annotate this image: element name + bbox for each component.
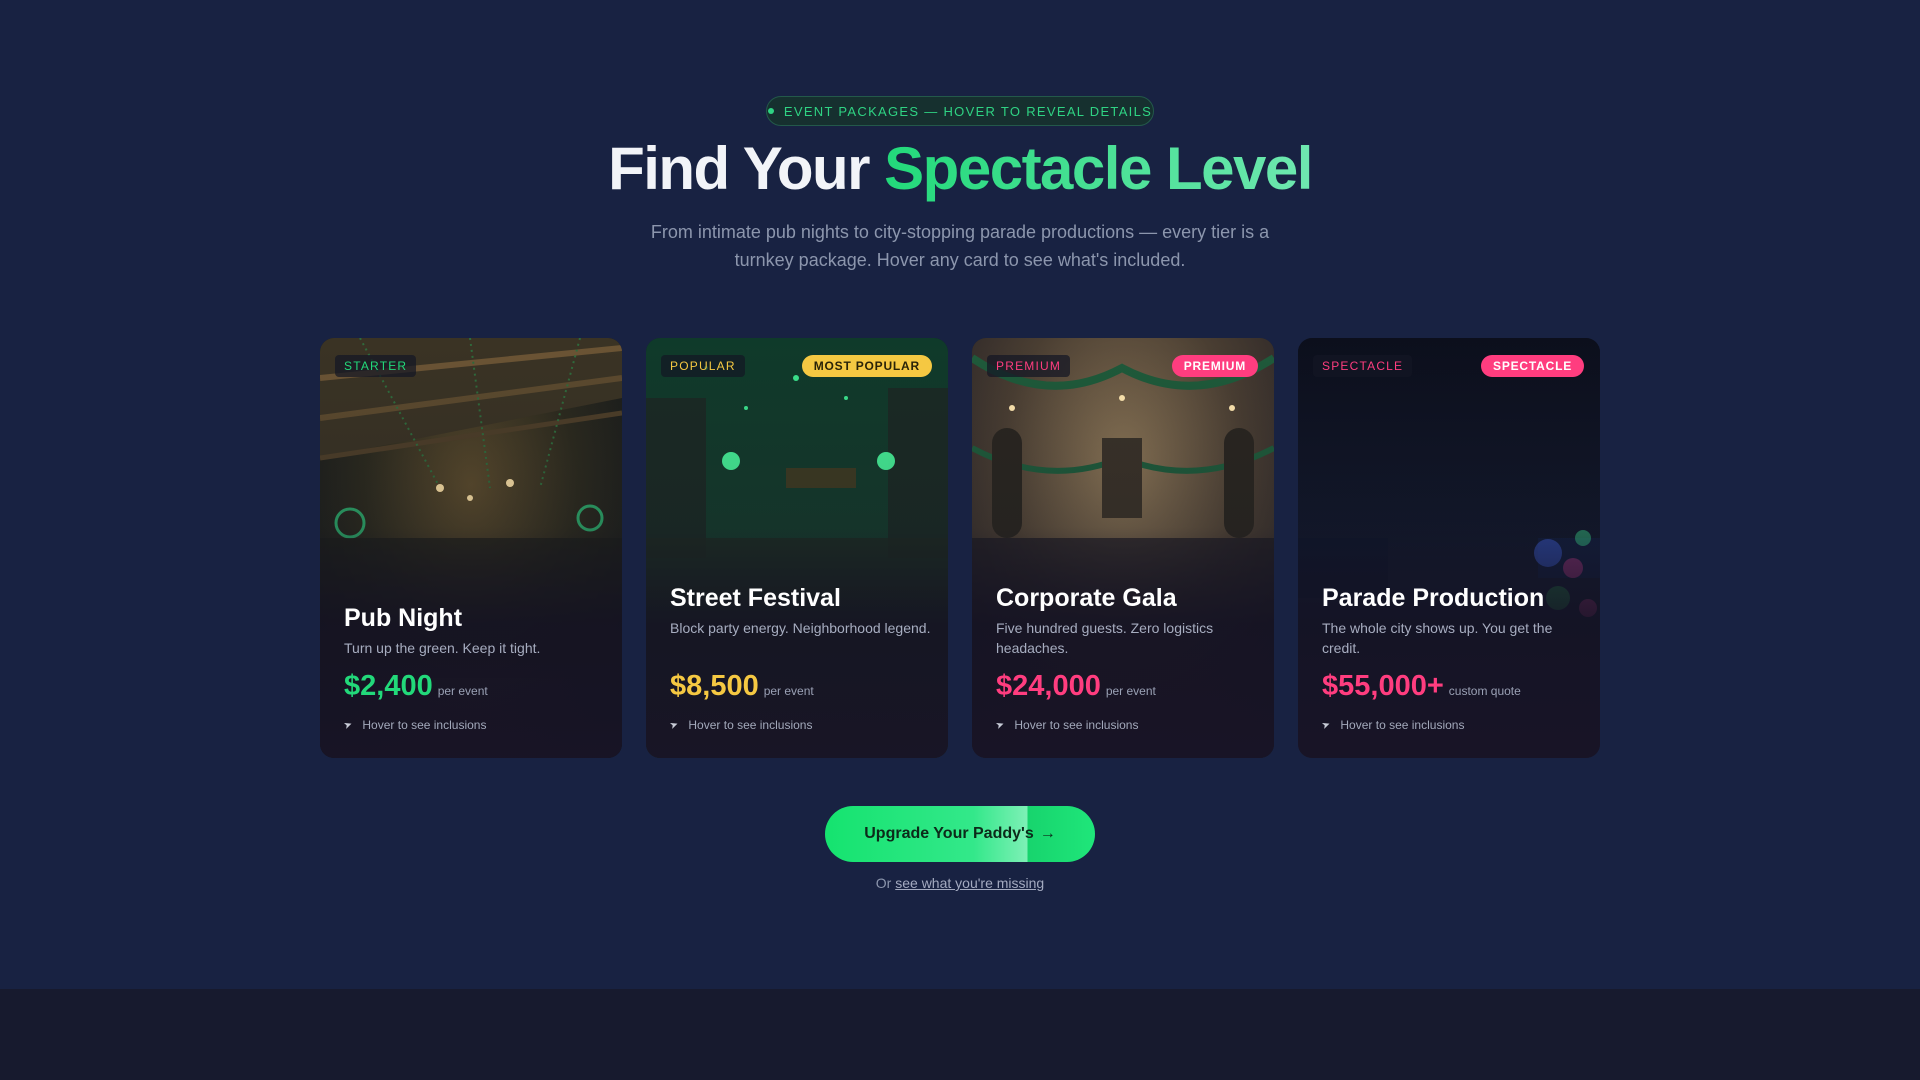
hint-text: Hover to see inclusions: [1340, 718, 1465, 732]
tier-tag: SPECTACLE: [1313, 355, 1413, 377]
card-tagline: Block party energy. Neighborhood legend.: [670, 620, 931, 636]
premium-badge: PREMIUM: [1171, 355, 1258, 377]
cursor-pointer-icon: ➤: [1320, 718, 1333, 732]
hint-text: Hover to see inclusions: [688, 718, 813, 732]
spectacle-badge: SPECTACLE: [1481, 355, 1584, 377]
cursor-pointer-icon: ➤: [668, 718, 681, 732]
tier-tag: PREMIUM: [987, 355, 1071, 377]
secondary-cta-prefix: Or: [875, 875, 896, 891]
upgrade-button[interactable]: Upgrade Your Paddy's →: [825, 806, 1095, 862]
upgrade-button-label: Upgrade Your Paddy's: [864, 825, 1034, 842]
card-price: $8,500 per event: [670, 670, 814, 703]
card-title: Parade Production: [1322, 584, 1545, 612]
card-price: $55,000+ custom quote: [1322, 670, 1521, 703]
hover-hint: ➤ Hover to see inclusions: [1320, 718, 1465, 732]
arrow-right-icon: →: [1039, 825, 1056, 842]
package-card-parade-production[interactable]: SPECTACLE SPECTACLE Parade Production Th…: [1298, 338, 1600, 758]
title-accent: Spectacle Level: [884, 135, 1313, 202]
hover-hint: ➤ Hover to see inclusions: [668, 718, 813, 732]
hint-text: Hover to see inclusions: [362, 718, 487, 732]
title-plain: Find Your: [608, 135, 885, 202]
price-unit: per event: [437, 684, 488, 698]
price-amount: $2,400: [344, 670, 433, 702]
cursor-pointer-icon: ➤: [342, 718, 355, 732]
eyebrow-label: EVENT PACKAGES — HOVER TO REVEAL DETAILS: [783, 103, 1153, 119]
card-tagline: Turn up the green. Keep it tight.: [344, 640, 541, 656]
package-card-street-festival[interactable]: POPULAR MOST POPULAR Street Festival Blo…: [646, 338, 948, 758]
hero-section: EVENT PACKAGES — HOVER TO REVEAL DETAILS…: [0, 0, 1920, 989]
price-unit: per event: [1105, 684, 1156, 698]
most-popular-badge: MOST POPULAR: [801, 355, 932, 377]
see-what-youre-missing-link[interactable]: see what you're missing: [895, 875, 1044, 891]
hover-hint: ➤ Hover to see inclusions: [342, 718, 487, 732]
card-title: Pub Night: [344, 604, 463, 632]
page-title: Find Your Spectacle Level: [0, 134, 1920, 203]
card-title: Street Festival: [670, 584, 841, 612]
package-card-corporate-gala[interactable]: PREMIUM PREMIUM Corporate Gala Five hund…: [972, 338, 1274, 758]
page-subtitle: From intimate pub nights to city-stoppin…: [650, 222, 1270, 270]
price-amount: $55,000+: [1322, 670, 1444, 702]
price-unit: per event: [763, 684, 814, 698]
hint-text: Hover to see inclusions: [1014, 718, 1139, 732]
footer-band: [0, 989, 1920, 1080]
card-tagline: Five hundred guests. Zero logistics head…: [996, 620, 1214, 656]
tier-tag: STARTER: [335, 355, 417, 377]
card-price: $2,400 per event: [344, 670, 488, 703]
event-packages-eyebrow: EVENT PACKAGES — HOVER TO REVEAL DETAILS: [766, 96, 1154, 126]
card-price: $24,000 per event: [996, 670, 1156, 703]
price-amount: $24,000: [996, 670, 1101, 702]
tier-tag: POPULAR: [661, 355, 745, 377]
card-title: Corporate Gala: [996, 584, 1177, 612]
price-unit: custom quote: [1448, 684, 1521, 698]
secondary-cta: Or see what you're missing: [0, 875, 1920, 891]
hover-hint: ➤ Hover to see inclusions: [994, 718, 1139, 732]
status-dot-icon: [767, 108, 774, 114]
price-amount: $8,500: [670, 670, 759, 702]
card-tagline: The whole city shows up. You get the cre…: [1322, 620, 1553, 656]
cursor-pointer-icon: ➤: [994, 718, 1007, 732]
package-card-pub-night[interactable]: STARTER Pub Night Turn up the green. Kee…: [320, 338, 622, 758]
